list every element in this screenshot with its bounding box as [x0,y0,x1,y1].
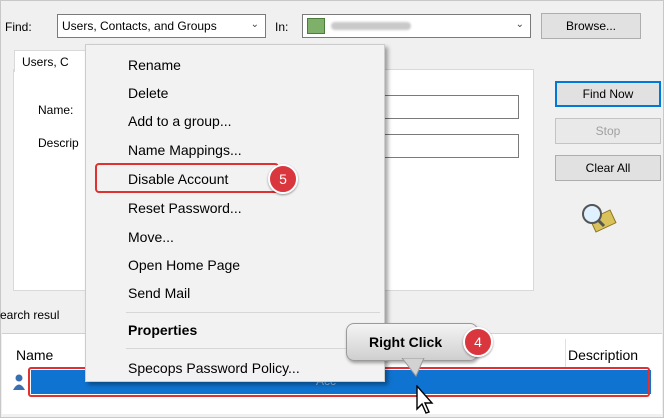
right-click-label: Right Click [369,334,443,350]
menu-item-open-home-page[interactable]: Open Home Page [128,257,240,273]
find-type-value: Users, Contacts, and Groups [62,19,217,33]
chevron-down-icon: ⌄ [515,19,524,30]
description-input[interactable] [380,134,519,158]
callout-pointer [398,357,428,378]
right-click-callout: Right Click [346,323,478,361]
mouse-pointer-icon [416,384,436,415]
name-input[interactable] [380,95,519,119]
search-results-label: earch resul [0,308,60,322]
user-icon [13,374,25,390]
domain-icon [307,18,325,34]
description-label: Descrip [38,136,79,150]
menu-item-reset-password[interactable]: Reset Password... [128,200,242,216]
menu-item-delete[interactable]: Delete [128,85,168,101]
menu-separator [126,348,380,349]
menu-separator [126,312,380,313]
menu-item-properties[interactable]: Properties [128,322,197,338]
find-type-combo[interactable]: Users, Contacts, and Groups ⌄ [57,14,266,38]
disable-account-highlight [95,163,279,193]
menu-item-rename[interactable]: Rename [128,57,181,73]
browse-button[interactable]: Browse... [541,13,641,39]
tab-users[interactable]: Users, C [14,50,91,72]
step-4-badge: 4 [463,327,493,357]
menu-item-send-mail[interactable]: Send Mail [128,285,190,301]
column-header-description[interactable]: Description [568,347,638,363]
in-label: In: [275,20,289,34]
menu-item-move[interactable]: Move... [128,229,174,245]
column-header-name[interactable]: Name [16,347,53,363]
search-magnifier-icon [578,200,622,236]
column-divider [565,339,566,367]
find-now-button[interactable]: Find Now [555,81,661,107]
find-label: Find: [5,20,32,34]
menu-item-specops-password-policy[interactable]: Specops Password Policy... [128,360,300,376]
chevron-down-icon: ⌄ [250,19,259,30]
stop-button[interactable]: Stop [555,118,661,144]
in-location-combo[interactable]: ⌄ [302,14,531,38]
step-5-badge: 5 [268,164,298,194]
name-label: Name: [38,103,74,117]
in-location-value-blurred [331,22,411,30]
menu-item-add-to-group[interactable]: Add to a group... [128,113,232,129]
context-menu: Rename Delete Add to a group... Name Map… [85,44,385,382]
tab-users-label: Users, C [22,55,69,69]
clear-all-button[interactable]: Clear All [555,155,661,181]
menu-item-name-mappings[interactable]: Name Mappings... [128,142,242,158]
